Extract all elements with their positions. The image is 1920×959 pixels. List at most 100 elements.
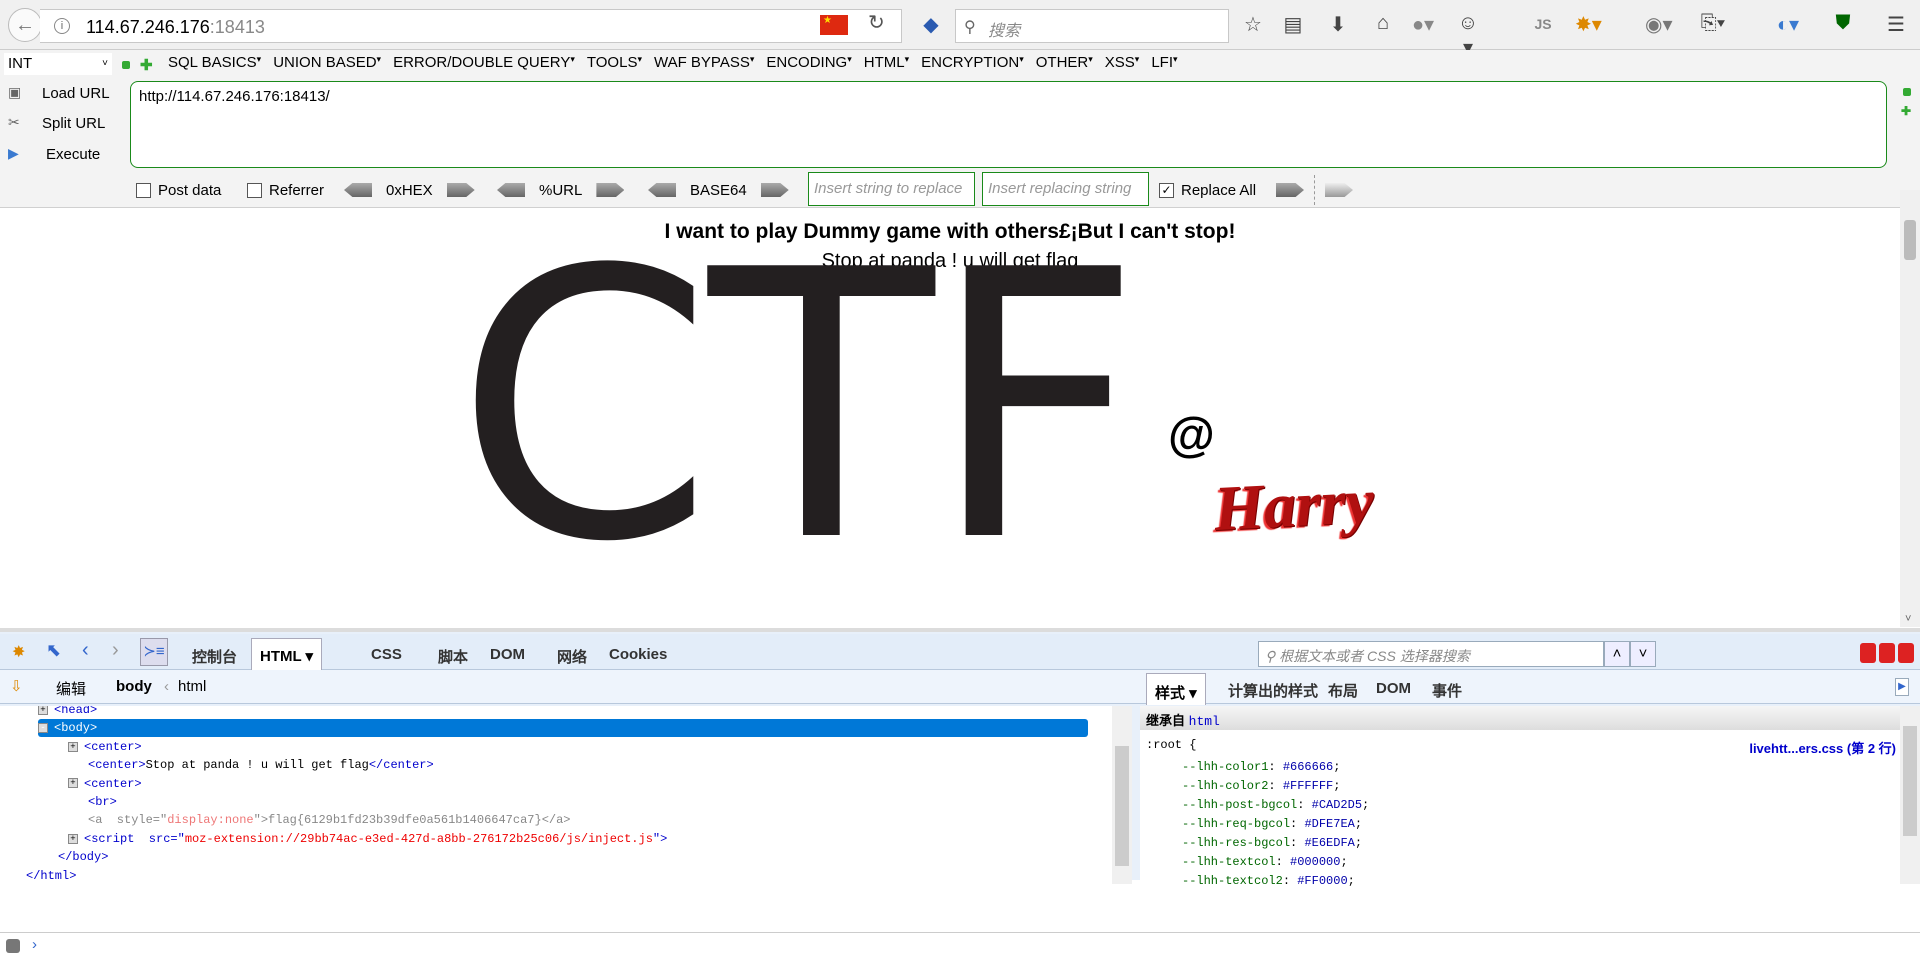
css-property[interactable]: --lhh-color1: #666666; bbox=[1182, 760, 1340, 779]
inherited-from-link[interactable]: html bbox=[1189, 714, 1220, 729]
css-property[interactable]: --lhh-color2: #FFFFFF; bbox=[1182, 779, 1340, 798]
tree-line[interactable]: + <head> bbox=[38, 706, 97, 719]
tree-line[interactable]: + <center> bbox=[68, 775, 142, 793]
expand-toggle-icon[interactable]: + bbox=[68, 778, 78, 789]
forward-icon[interactable]: › bbox=[112, 639, 119, 662]
detach-icon[interactable] bbox=[1879, 643, 1895, 663]
menu-xss[interactable]: XSS bbox=[1105, 54, 1140, 71]
type-select[interactable]: INT ˅ bbox=[4, 53, 112, 75]
firebug-icon[interactable]: ✸▾ bbox=[1575, 12, 1602, 37]
expand-toggle-icon[interactable]: - bbox=[38, 723, 48, 734]
translate-icon[interactable]: ◐▾ bbox=[1775, 12, 1801, 37]
devtools-search-input[interactable]: ⚲ 根据文本或者 CSS 选择器搜索 bbox=[1258, 641, 1604, 667]
firebug-icon[interactable]: ✸ bbox=[12, 642, 25, 662]
split-url-button[interactable]: ✂ Split URL bbox=[0, 110, 125, 138]
extension-globe-icon[interactable]: ●▾ bbox=[1410, 12, 1436, 37]
edit-button[interactable]: 编辑 bbox=[56, 678, 86, 699]
search-box[interactable]: ⚲ 搜索 bbox=[955, 9, 1229, 43]
home-icon[interactable]: ⌂ bbox=[1370, 12, 1396, 35]
command-line[interactable]: › bbox=[0, 932, 1920, 959]
tree-line[interactable]: + <center> bbox=[68, 738, 142, 756]
tree-line[interactable]: + <script src="moz-extension://29bb74ac-e… bbox=[68, 830, 667, 848]
scrollbar-thumb[interactable] bbox=[1904, 220, 1916, 260]
rule-source-link[interactable]: livehtt...ers.css (第 2 行) bbox=[1749, 738, 1896, 757]
side-tab-4[interactable]: 事件 bbox=[1424, 676, 1470, 705]
replace-arrow-alt-icon[interactable] bbox=[1325, 183, 1353, 197]
menu-html[interactable]: HTML bbox=[864, 54, 909, 71]
tree-line[interactable]: </body> bbox=[58, 848, 108, 866]
html-tree-scrollbar[interactable] bbox=[1112, 706, 1132, 884]
reload-icon[interactable]: ↻ bbox=[868, 10, 885, 35]
console-icon[interactable] bbox=[6, 939, 20, 953]
proxy-icon[interactable]: ◉▾ bbox=[1645, 12, 1673, 37]
html-edit-icon[interactable]: ⇩ bbox=[10, 677, 23, 695]
checkbox-checked[interactable]: ✓ bbox=[1159, 182, 1174, 198]
menu-waf-bypass[interactable]: WAF BYPASS bbox=[654, 54, 754, 71]
tree-line[interactable]: </html> bbox=[26, 867, 76, 884]
css-property[interactable]: --lhh-textcol: #000000; bbox=[1182, 855, 1348, 874]
page-scrollbar[interactable]: ˅ bbox=[1900, 190, 1920, 627]
collapse-icon[interactable] bbox=[122, 61, 130, 69]
minimize-icon[interactable] bbox=[1860, 643, 1876, 663]
scrollbar-thumb[interactable] bbox=[1903, 726, 1917, 836]
tree-line[interactable]: - <body> bbox=[38, 719, 1088, 738]
css-property[interactable]: --lhh-textcol2: #FF0000; bbox=[1182, 874, 1355, 893]
hex-decode-arrow-icon[interactable] bbox=[344, 183, 372, 197]
scrollbar-thumb[interactable] bbox=[1115, 746, 1129, 866]
menu-union-based[interactable]: UNION BASED bbox=[273, 54, 381, 71]
tab-1[interactable]: HTML ▾ bbox=[251, 638, 323, 670]
address-bar[interactable]: i 114.67.246.176:18413 bbox=[40, 9, 902, 43]
checkbox[interactable] bbox=[247, 182, 262, 198]
download-icon[interactable]: ⬇ bbox=[1325, 12, 1351, 37]
search-next-icon[interactable]: ˅ bbox=[1630, 641, 1656, 667]
tree-line[interactable]: <br> bbox=[88, 793, 117, 811]
css-property[interactable]: --lhh-req-bgcol: #DFE7EA; bbox=[1182, 817, 1362, 836]
tree-line[interactable]: <a style="display:none">flag{6129b1fd23b… bbox=[88, 811, 571, 829]
tab-0[interactable]: 控制台 bbox=[184, 642, 245, 671]
menu-other[interactable]: OTHER bbox=[1036, 54, 1093, 71]
close-icon[interactable] bbox=[1898, 643, 1914, 663]
style-panel-scrollbar[interactable] bbox=[1900, 706, 1920, 884]
info-icon[interactable]: i bbox=[54, 18, 70, 34]
inspect-icon[interactable]: ⬉ bbox=[46, 640, 61, 661]
side-tab-3[interactable]: DOM bbox=[1368, 676, 1419, 701]
execute-button[interactable]: ▶ Execute bbox=[0, 141, 125, 169]
search-prev-icon[interactable]: ˄ bbox=[1604, 641, 1630, 667]
menu-error-double-query[interactable]: ERROR/DOUBLE QUERY bbox=[393, 54, 575, 71]
menu-encryption[interactable]: ENCRYPTION bbox=[921, 54, 1024, 71]
side-tab-1[interactable]: 计算出的样式 bbox=[1220, 676, 1326, 705]
screenshot-icon[interactable]: ⎘▾ bbox=[1700, 12, 1726, 35]
tab-6[interactable]: Cookies bbox=[601, 642, 675, 667]
menu-icon[interactable]: ☰ bbox=[1883, 12, 1909, 37]
back-button[interactable]: ← bbox=[8, 8, 42, 42]
post-data-checkbox[interactable]: Post data bbox=[136, 178, 221, 202]
url-textarea[interactable]: http://114.67.246.176:18413/ bbox=[130, 81, 1887, 168]
expand-icon[interactable]: ✚ bbox=[140, 56, 153, 74]
tree-line[interactable]: <center>Stop at panda ! u will get flag<… bbox=[88, 756, 434, 774]
tab-3[interactable]: 脚本 bbox=[430, 642, 476, 671]
scroll-down-icon[interactable]: ˅ bbox=[1905, 613, 1911, 625]
replace-arrow-icon[interactable] bbox=[1276, 183, 1304, 197]
tab-5[interactable]: 网络 bbox=[549, 642, 595, 671]
collapse-right-icon[interactable] bbox=[1903, 88, 1911, 96]
js-icon[interactable]: JS bbox=[1530, 16, 1556, 32]
shield-icon[interactable]: ⛊ bbox=[1830, 12, 1856, 35]
tab-2[interactable]: CSS bbox=[363, 642, 410, 667]
reading-list-icon[interactable]: ▤ bbox=[1280, 12, 1306, 37]
side-tab-2[interactable]: 布局 bbox=[1320, 676, 1366, 705]
expand-toggle-icon[interactable]: + bbox=[68, 833, 78, 844]
expand-toggle-icon[interactable]: + bbox=[38, 706, 48, 715]
menu-encoding[interactable]: ENCODING bbox=[766, 54, 851, 71]
side-tab-0[interactable]: 样式 ▾ bbox=[1146, 673, 1206, 705]
checkbox[interactable] bbox=[136, 182, 151, 198]
referrer-checkbox[interactable]: Referrer bbox=[247, 178, 324, 202]
load-url-button[interactable]: ▣ Load URL bbox=[0, 80, 125, 108]
css-property[interactable]: --lhh-post-bgcol: #CAD2D5; bbox=[1182, 798, 1369, 817]
command-editor-icon[interactable]: ≻≡ bbox=[140, 638, 168, 666]
turtle-extension-icon[interactable]: ◆ bbox=[918, 12, 944, 37]
replace-all-checkbox[interactable]: ✓ Replace All bbox=[1159, 178, 1256, 202]
expand-toggle-icon[interactable]: + bbox=[68, 741, 78, 752]
breadcrumb-html[interactable]: html bbox=[178, 678, 206, 695]
more-tabs-icon[interactable]: ▶ bbox=[1895, 678, 1909, 696]
css-property[interactable]: --lhh-res-bgcol: #E6EDFA; bbox=[1182, 836, 1362, 855]
